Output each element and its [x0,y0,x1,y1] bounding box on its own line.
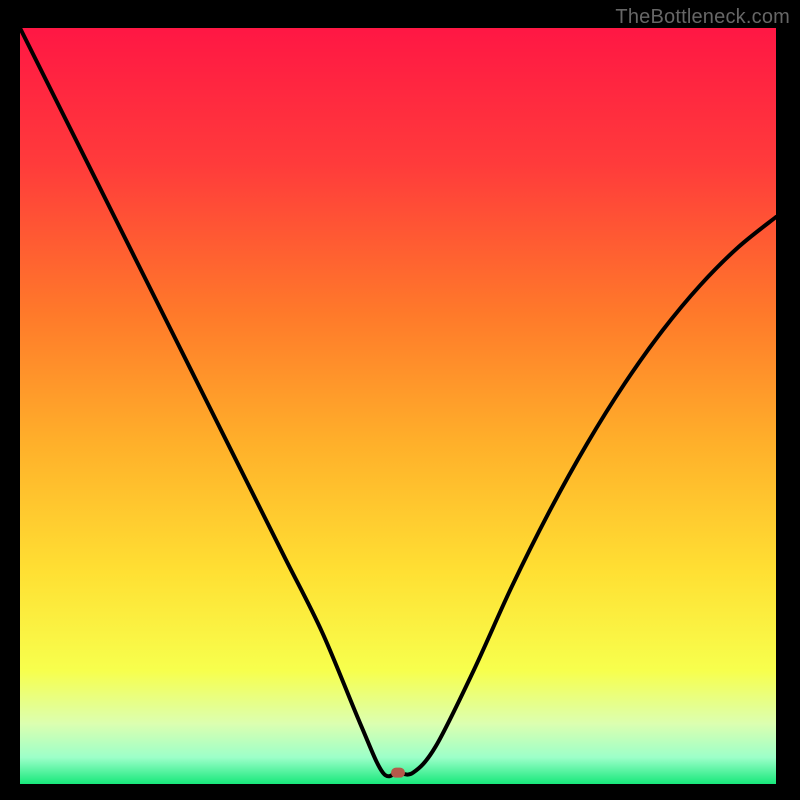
watermark-text: TheBottleneck.com [615,6,790,29]
plot-background-gradient [20,28,776,784]
plot-frame [20,28,776,784]
